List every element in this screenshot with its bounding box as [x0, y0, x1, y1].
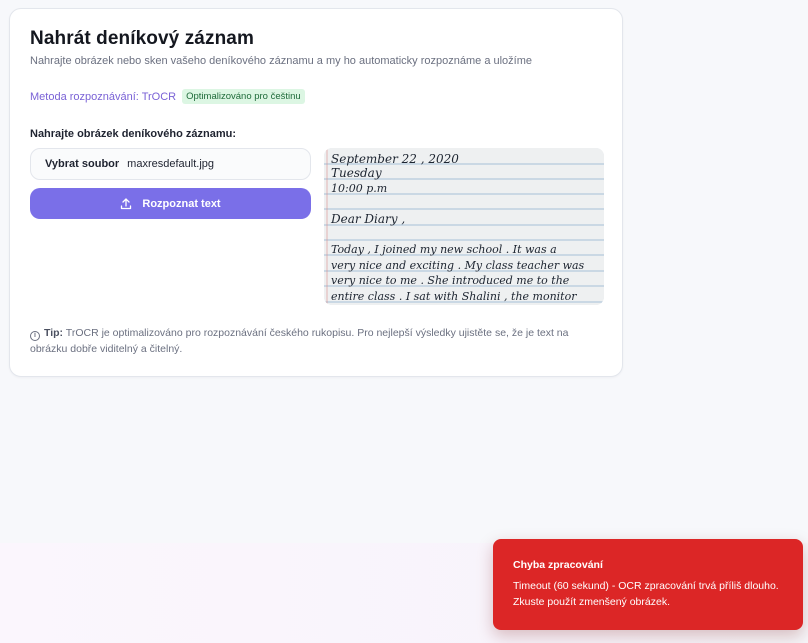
recognize-text-label: Rozpoznat text	[142, 197, 221, 210]
tip-label: Tip:	[44, 327, 64, 339]
preview-line: very nice and exciting . My class teache…	[331, 259, 585, 272]
upload-label: Nahrajte obrázek deníkového záznamu:	[30, 128, 236, 140]
preview-line: very nice to me . She introduced me to t…	[331, 274, 570, 287]
preview-line: Dear Diary ,	[330, 212, 405, 226]
file-input[interactable]: Vybrat soubor maxresdefault.jpg	[30, 148, 311, 180]
tip-body: TrOCR je optimalizováno pro rozpoznávání…	[30, 327, 569, 355]
toast-message: Timeout (60 sekund) - OCR zpracování trv…	[513, 580, 779, 608]
preview-line: Today , I joined my new school . It was …	[331, 243, 557, 256]
upload-icon	[120, 197, 132, 210]
recognize-text-button[interactable]: Rozpoznat text	[30, 188, 311, 219]
toast-title: Chyba zpracování	[513, 559, 603, 571]
preview-line: entire class . I sat with Shalini , the …	[331, 290, 577, 303]
preview-line: Tuesday	[331, 166, 382, 180]
choose-file-button[interactable]: Vybrat soubor	[45, 158, 119, 170]
method-badge: Optimalizováno pro češtinu	[182, 89, 305, 104]
preview-line: 10:00 p.m	[331, 182, 387, 195]
upload-card: Nahrát deníkový záznam Nahrajte obrázek …	[9, 8, 623, 377]
error-toast[interactable]: Chyba zpracování Timeout (60 sekund) - O…	[493, 539, 803, 630]
info-icon: i	[30, 331, 40, 341]
tip-text: i Tip: TrOCR je optimalizováno pro rozpoz…	[30, 325, 605, 357]
page-title: Nahrát deníkový záznam	[30, 28, 254, 49]
recognition-method: Metoda rozpoznávání: TrOCR Optimalizován…	[30, 89, 305, 104]
page-subtitle: Nahrajte obrázek nebo sken vašeho deníko…	[30, 55, 533, 67]
image-preview: September 22 , 2020 Tuesday 10:00 p.m De…	[324, 148, 604, 305]
method-label: Metoda rozpoznávání: TrOCR	[30, 90, 177, 103]
preview-line: September 22 , 2020	[331, 152, 459, 166]
file-name: maxresdefault.jpg	[127, 158, 214, 170]
